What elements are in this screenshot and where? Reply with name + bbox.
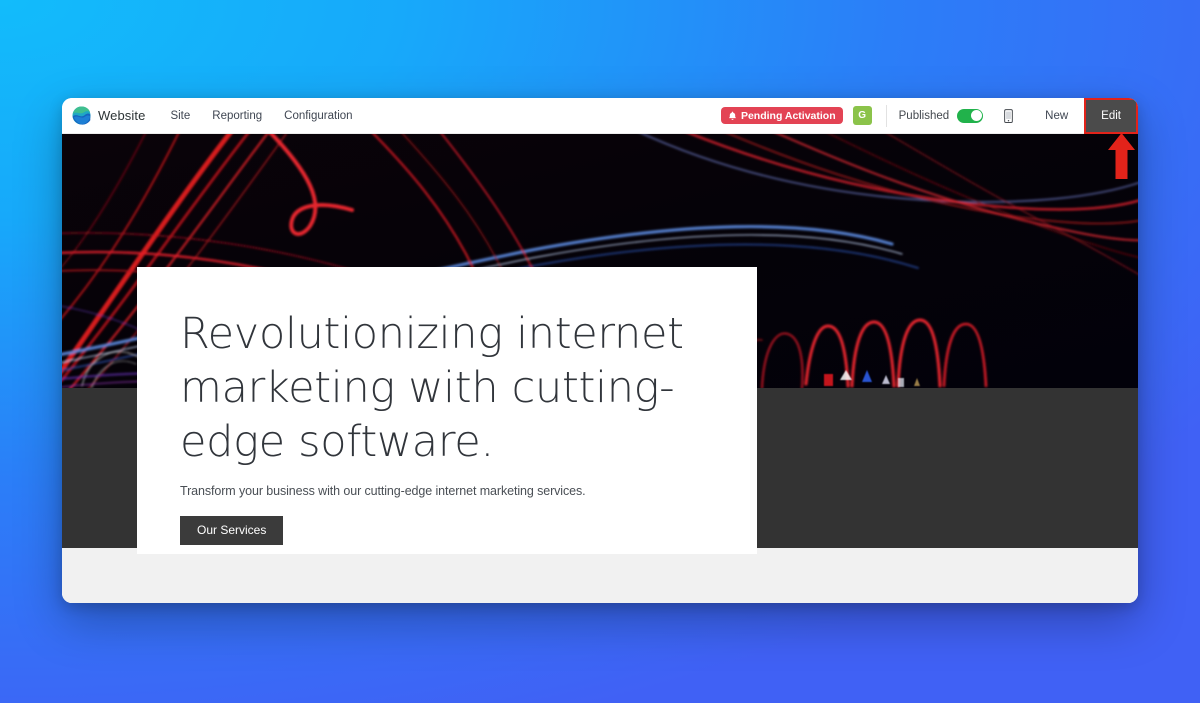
app-window: Website Site Reporting Configuration Pen… <box>62 98 1138 603</box>
toolbar-right-group: Pending Activation G Published New Edit <box>720 98 1138 134</box>
top-toolbar: Website Site Reporting Configuration Pen… <box>62 98 1138 134</box>
pending-activation-label: Pending Activation <box>740 109 836 122</box>
pending-activation-badge[interactable]: Pending Activation <box>720 107 843 124</box>
google-analytics-label: G <box>858 110 867 121</box>
footer-band <box>62 548 1138 603</box>
hero-title: Revolutionizing internet marketing with … <box>180 309 684 468</box>
brand-name: Website <box>98 108 146 123</box>
published-toggle-knob <box>970 110 982 121</box>
our-services-button[interactable]: Our Services <box>180 515 284 545</box>
published-group: Published <box>898 108 984 123</box>
mobile-preview-button[interactable] <box>997 105 1019 127</box>
hero-card: Revolutionizing internet marketing with … <box>137 267 757 554</box>
hero-subtitle: Transform your business with our cutting… <box>180 483 586 498</box>
up-arrow-annotation-icon <box>1108 133 1135 179</box>
nav-link-reporting[interactable]: Reporting <box>201 98 273 134</box>
new-button[interactable]: New <box>1029 98 1084 134</box>
edit-button[interactable]: Edit <box>1084 98 1138 134</box>
brand[interactable]: Website <box>72 106 159 125</box>
bell-icon <box>728 111 737 121</box>
nav-link-configuration[interactable]: Configuration <box>273 98 363 134</box>
nav-link-site[interactable]: Site <box>159 98 201 134</box>
website-builder-logo-icon <box>72 106 91 125</box>
mobile-phone-icon <box>1003 108 1013 123</box>
toolbar-divider <box>885 104 887 127</box>
published-label: Published <box>898 109 950 122</box>
google-analytics-icon[interactable]: G <box>852 106 872 125</box>
website-preview: Revolutionizing internet marketing with … <box>62 134 1138 603</box>
toolbar-nav: Site Reporting Configuration <box>159 98 363 134</box>
toolbar-left-group: Website Site Reporting Configuration <box>62 98 364 133</box>
published-toggle[interactable] <box>957 108 984 123</box>
